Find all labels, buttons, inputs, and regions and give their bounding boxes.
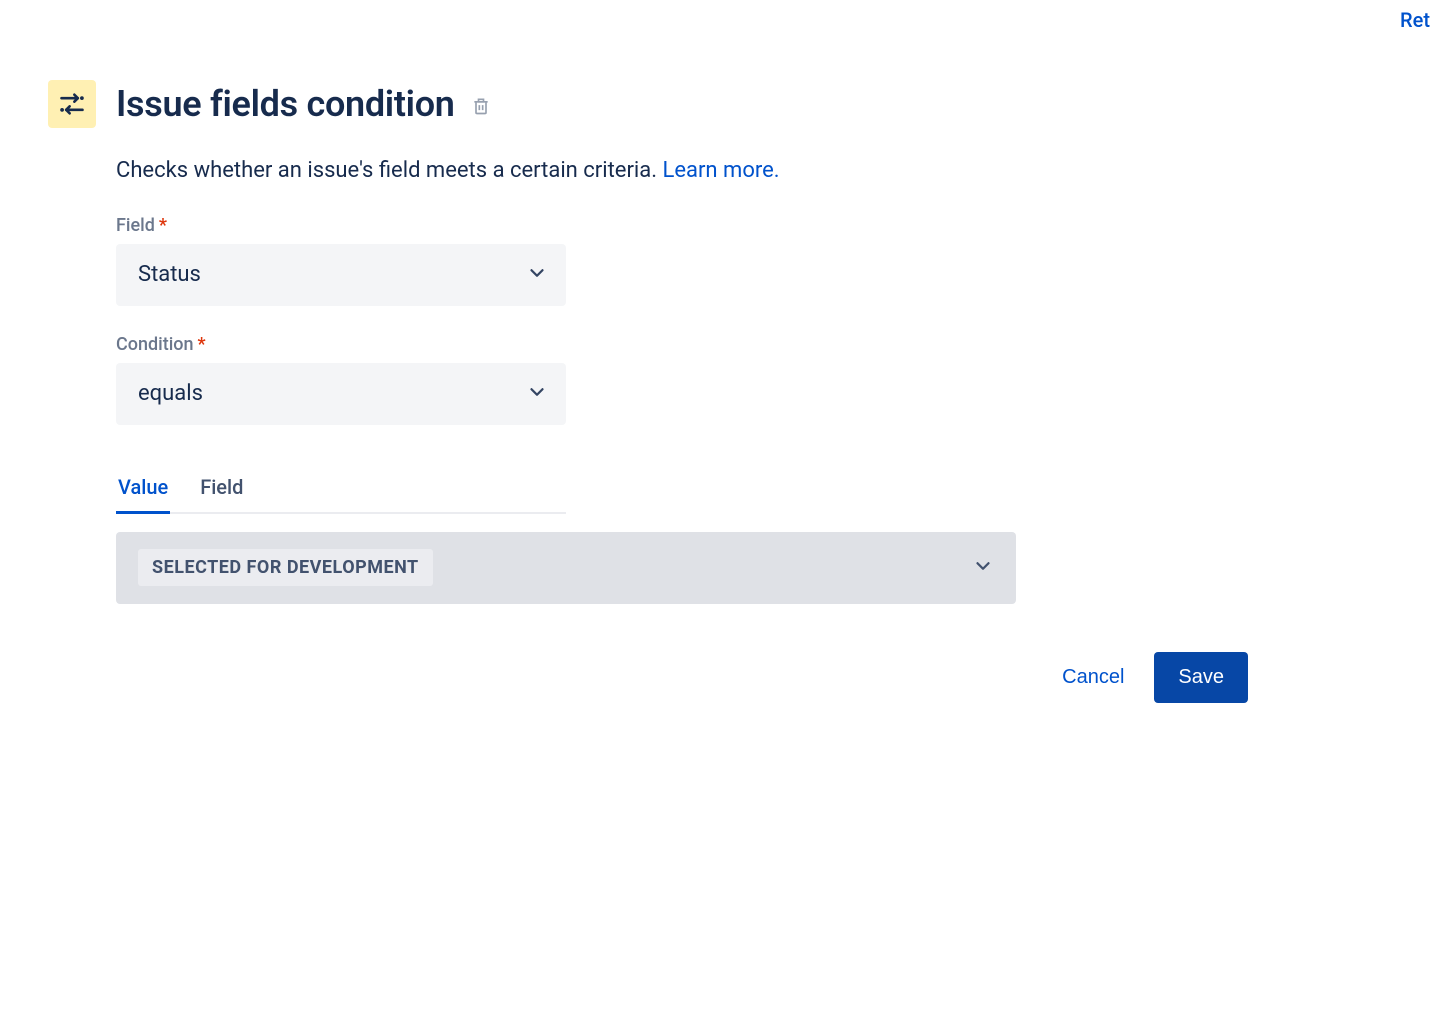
- field-group-field: Field* Status: [116, 215, 1296, 306]
- config-panel: Issue fields condition Checks whether an…: [0, 0, 1430, 703]
- tab-bar: Value Field: [116, 465, 566, 514]
- learn-more-link[interactable]: Learn more.: [663, 158, 780, 183]
- save-button[interactable]: Save: [1154, 652, 1248, 703]
- page-title: Issue fields condition: [116, 83, 491, 125]
- top-right-link[interactable]: Ret: [1400, 8, 1430, 32]
- tab-value[interactable]: Value: [116, 465, 170, 514]
- required-marker: *: [159, 215, 167, 236]
- field-label: Field*: [116, 215, 1296, 236]
- chevron-down-icon: [526, 381, 548, 407]
- field-select[interactable]: Status: [116, 244, 566, 306]
- content-area: Checks whether an issue's field meets a …: [116, 156, 1296, 604]
- condition-label: Condition*: [116, 334, 1296, 355]
- header-row: Issue fields condition: [48, 80, 1382, 128]
- required-marker: *: [198, 334, 206, 355]
- condition-select[interactable]: equals: [116, 363, 566, 425]
- delete-icon[interactable]: [471, 95, 491, 117]
- chevron-down-icon: [972, 555, 994, 581]
- footer-buttons: Cancel Save: [48, 652, 1258, 703]
- cancel-button[interactable]: Cancel: [1054, 654, 1132, 701]
- value-chip: SELECTED FOR DEVELOPMENT: [138, 549, 433, 586]
- condition-select-value: equals: [138, 381, 203, 406]
- field-select-value: Status: [138, 262, 201, 287]
- description-text: Checks whether an issue's field meets a …: [116, 156, 1296, 187]
- field-group-condition: Condition* equals: [116, 334, 1296, 425]
- tab-field[interactable]: Field: [198, 465, 245, 514]
- condition-icon: [48, 80, 96, 128]
- chevron-down-icon: [526, 262, 548, 288]
- value-select[interactable]: SELECTED FOR DEVELOPMENT: [116, 532, 1016, 604]
